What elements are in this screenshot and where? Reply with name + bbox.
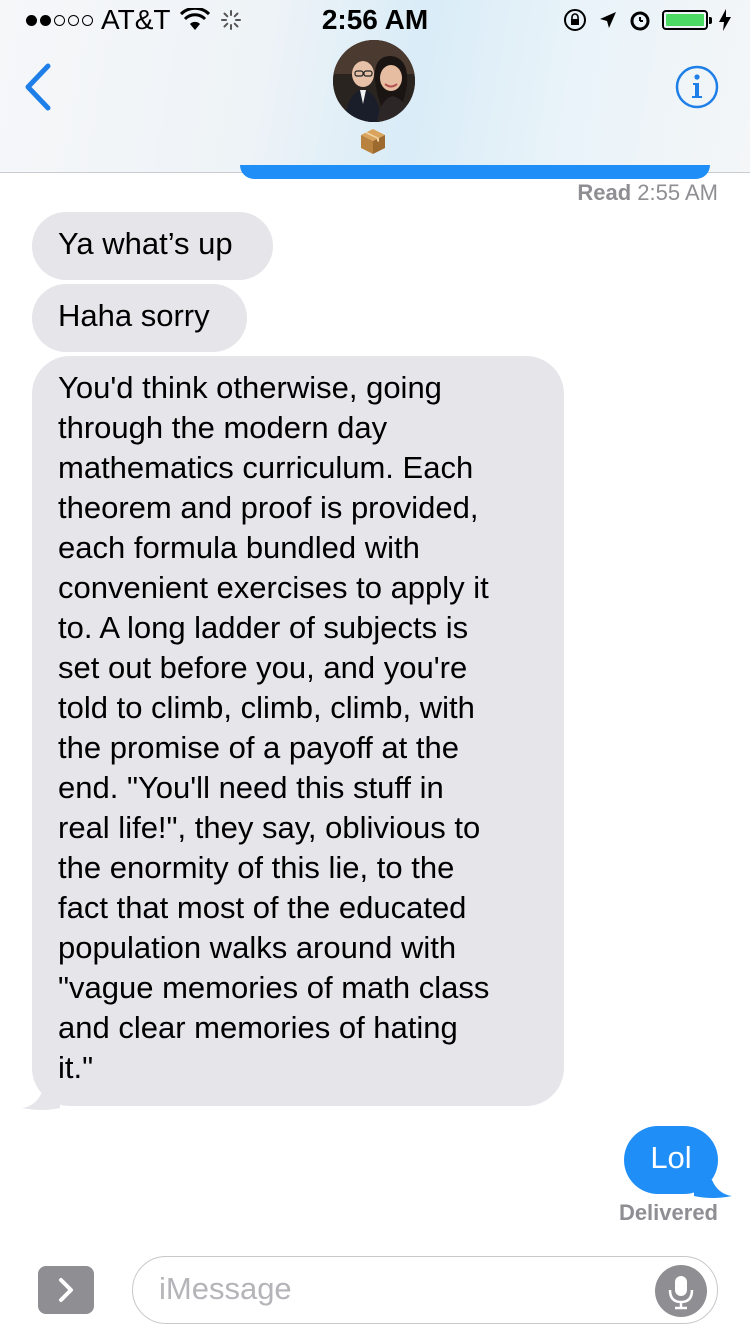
back-button[interactable]: [20, 60, 64, 114]
status-bar: AT&T 2:56 AM: [0, 0, 750, 40]
message-line: fact that most of the educated: [58, 890, 467, 925]
conversation-header: AT&T 2:56 AM: [0, 0, 750, 179]
delivery-status: Delivered: [618, 1200, 718, 1225]
info-button[interactable]: [674, 64, 720, 110]
message-text: Lol: [650, 1140, 692, 1175]
apps-button[interactable]: [38, 1266, 94, 1314]
message-line: mathematics curriculum. Each: [58, 450, 474, 485]
previous-message-bubble-edge: [240, 165, 710, 179]
chevron-left-icon: [25, 63, 51, 111]
message-line: told to climb, climb, climb, with: [58, 690, 475, 725]
battery-icon: [662, 10, 712, 30]
chevron-right-icon: [59, 1278, 73, 1302]
message-line: You'd think otherwise, going: [58, 370, 442, 405]
message-line: to. A long ladder of subjects is: [58, 610, 469, 645]
incoming-long-message-bubble[interactable]: You'd think otherwise, going through the…: [32, 356, 564, 1106]
message-input-placeholder: iMessage: [159, 1271, 292, 1306]
read-label: Read: [577, 180, 632, 205]
message-line: "vague memories of math class: [58, 970, 490, 1005]
contact-avatar[interactable]: [333, 40, 415, 122]
message-input[interactable]: iMessage: [132, 1256, 718, 1324]
message-text: Haha sorry: [58, 298, 210, 333]
location-arrow-icon: [600, 12, 616, 28]
message-line: population walks around with: [58, 930, 457, 965]
outgoing-message-bubble[interactable]: Lol: [624, 1126, 718, 1194]
message-line: the promise of a payoff at the: [58, 730, 459, 765]
incoming-message-bubble[interactable]: Ya what’s up: [32, 212, 273, 280]
message-line: and clear memories of hating: [58, 1010, 458, 1045]
message-line: through the modern day: [58, 410, 388, 445]
message-line: theorem and proof is provided,: [58, 490, 479, 525]
message-line: the enormity of this lie, to the: [58, 850, 455, 885]
dictation-button[interactable]: [655, 1265, 707, 1317]
incoming-message-bubble[interactable]: Haha sorry: [32, 284, 247, 352]
message-line: convenient exercises to apply it: [58, 570, 489, 605]
package-icon: [361, 129, 385, 154]
microphone-icon: [668, 1276, 694, 1310]
alarm-icon: [630, 11, 650, 31]
message-text: Ya what’s up: [58, 226, 233, 261]
charging-bolt-icon: [719, 9, 731, 31]
message-line: set out before you, and you're: [58, 650, 468, 685]
info-icon: [675, 65, 719, 109]
battery-level: [666, 14, 704, 26]
read-time: 2:55 AM: [637, 180, 718, 205]
message-line: real life!", they say, oblivious to: [58, 810, 481, 845]
read-receipt: Read 2:55 AM: [577, 180, 718, 206]
message-line: end. "You'll need this stuff in: [58, 770, 444, 805]
message-line: it.": [58, 1050, 94, 1085]
status-icons: [562, 0, 732, 40]
orientation-lock-icon: [564, 9, 586, 31]
contact-photo: [333, 40, 415, 122]
message-line: each formula bundled with: [58, 530, 420, 565]
